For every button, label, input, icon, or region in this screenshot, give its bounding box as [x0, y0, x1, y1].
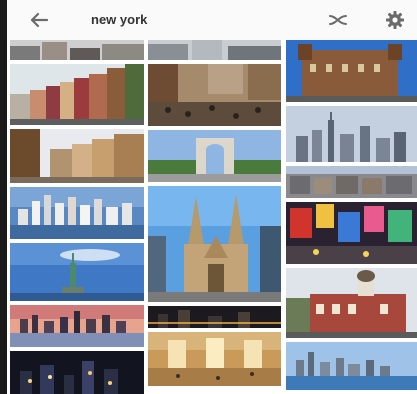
- shuffle-close-icon: [329, 15, 347, 25]
- image-result-street-buildings[interactable]: [10, 40, 144, 60]
- image-result-gothic-cathedral[interactable]: [148, 186, 281, 302]
- image-result-city-street[interactable]: [10, 129, 144, 183]
- search-query[interactable]: new york: [91, 12, 147, 27]
- image-result-washington-square-arch[interactable]: [148, 130, 281, 182]
- back-button[interactable]: [25, 6, 53, 34]
- image-result-grand-central-terminal[interactable]: [148, 332, 281, 386]
- image-result-aerial-city[interactable]: [286, 166, 417, 198]
- image-result-skyline-water[interactable]: [10, 187, 144, 239]
- image-result-skyline-harbor[interactable]: [286, 342, 417, 390]
- image-results-grid: [7, 40, 417, 394]
- image-result-street-view[interactable]: [148, 40, 281, 60]
- image-result-historic-building[interactable]: [286, 40, 417, 102]
- arrow-left-icon: [30, 12, 49, 28]
- settings-button[interactable]: [381, 6, 409, 34]
- image-result-brick-building[interactable]: [286, 268, 417, 338]
- image-result-times-square[interactable]: [286, 202, 417, 264]
- image-result-city-skyline[interactable]: [286, 106, 417, 162]
- gear-icon: [386, 11, 404, 29]
- search-toolbar: new york: [7, 0, 417, 40]
- image-result-crowded-market[interactable]: [148, 64, 281, 126]
- image-result-skyline-sunset[interactable]: [10, 305, 144, 347]
- image-result-night-skyline[interactable]: [148, 306, 281, 328]
- clear-button[interactable]: [324, 6, 352, 34]
- image-result-colorful-row-houses[interactable]: [10, 64, 144, 125]
- screen-edge: [0, 0, 7, 394]
- image-result-statue-of-liberty[interactable]: [10, 243, 144, 301]
- image-result-night-city[interactable]: [10, 351, 144, 394]
